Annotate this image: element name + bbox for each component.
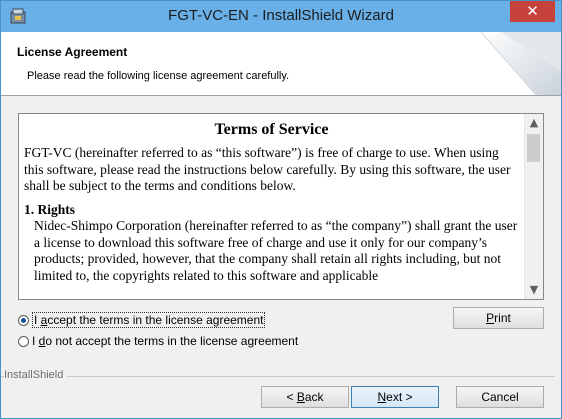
- wizard-header: License Agreement Please read the follow…: [1, 32, 561, 96]
- installshield-branding: InstallShield: [1, 369, 561, 383]
- license-content: Terms of Service FGT-VC (hereinafter ref…: [19, 114, 525, 284]
- license-section-body: Nidec-Shimpo Corporation (hereinafter re…: [34, 218, 518, 283]
- close-button[interactable]: ✕: [510, 1, 555, 22]
- decline-label[interactable]: I do not accept the terms in the license…: [32, 334, 298, 348]
- print-button[interactable]: Print: [453, 307, 544, 329]
- branding-divider: [1, 376, 555, 377]
- installer-window: FGT-VC-EN - InstallShield Wizard ✕ Licen…: [0, 0, 562, 419]
- license-heading: Terms of Service: [214, 121, 329, 138]
- accept-option[interactable]: I accept the terms in the license agreem…: [18, 312, 266, 328]
- scroll-down-icon[interactable]: ▼: [525, 281, 543, 299]
- scroll-up-icon[interactable]: ▲: [525, 114, 543, 132]
- header-banner-graphic: [480, 32, 561, 95]
- license-section-title: 1. Rights: [24, 201, 76, 217]
- next-button[interactable]: Next >: [351, 386, 439, 408]
- window-title: FGT-VC-EN - InstallShield Wizard: [168, 7, 394, 24]
- decline-option[interactable]: I do not accept the terms in the license…: [18, 334, 298, 348]
- page-title: License Agreement: [17, 45, 128, 59]
- decline-radio[interactable]: [18, 335, 29, 347]
- title-bar[interactable]: FGT-VC-EN - InstallShield Wizard ✕: [1, 1, 561, 32]
- license-scrollbar[interactable]: ▲ ▼: [524, 114, 543, 299]
- cancel-button[interactable]: Cancel: [456, 386, 544, 408]
- brand-label: InstallShield: [4, 369, 68, 381]
- license-text-box[interactable]: Terms of Service FGT-VC (hereinafter ref…: [18, 113, 544, 300]
- accept-label[interactable]: I accept the terms in the license agreem…: [32, 312, 266, 328]
- page-subtitle: Please read the following license agreem…: [27, 70, 290, 82]
- close-icon: ✕: [526, 2, 539, 20]
- scroll-thumb[interactable]: [527, 134, 540, 162]
- license-intro: FGT-VC (hereinafter referred to as “this…: [24, 145, 511, 193]
- accept-radio[interactable]: [18, 314, 29, 326]
- back-button[interactable]: < Back: [261, 386, 349, 408]
